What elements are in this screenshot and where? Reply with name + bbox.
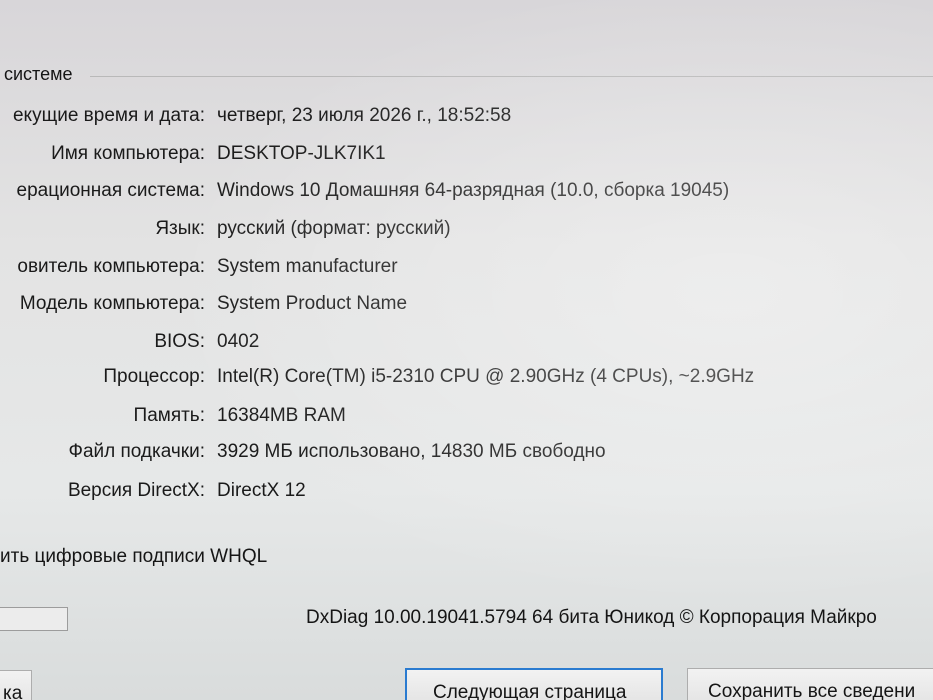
info-value: DirectX 12 <box>217 480 306 501</box>
info-row-processor: Процессор: Intel(R) Core(TM) i5-2310 CPU… <box>0 366 933 396</box>
info-row-os: ерационная система: Windows 10 Домашняя … <box>0 180 933 210</box>
info-row-language: Язык: русский (формат: русский) <box>0 218 933 248</box>
info-row-computer-name: Имя компьютера: DESKTOP-JLK7IK1 <box>0 143 933 173</box>
help-button-label: ка <box>3 683 23 700</box>
info-value: System manufacturer <box>217 256 398 277</box>
group-divider <box>90 76 933 77</box>
info-value: 3929 МБ использовано, 14830 МБ свободно <box>217 441 606 462</box>
info-row-bios: BIOS: 0402 <box>0 331 933 361</box>
info-label: Файл подкачки: <box>68 441 206 462</box>
info-label: BIOS: <box>154 331 205 352</box>
info-label: овитель компьютера: <box>17 256 205 277</box>
info-label: Версия DirectX: <box>67 480 205 501</box>
system-info-group-label: системе <box>4 64 73 84</box>
save-all-info-button[interactable]: Сохранить все сведени <box>687 668 933 700</box>
info-value: 0402 <box>217 331 260 352</box>
info-value: русский (формат: русский) <box>217 218 451 239</box>
info-value: Windows 10 Домашняя 64-разрядная (10.0, … <box>217 180 730 201</box>
dxdiag-version-text: DxDiag 10.00.19041.5794 64 бита Юникод ©… <box>306 607 877 628</box>
help-button[interactable]: ка <box>0 670 32 700</box>
info-value: Intel(R) Core(TM) i5-2310 CPU @ 2.90GHz … <box>217 366 755 387</box>
info-value: 16384MB RAM <box>217 405 346 426</box>
save-all-info-button-label: Сохранить все сведени <box>708 681 916 700</box>
info-label: Процессор: <box>103 366 205 387</box>
progress-bar <box>0 607 68 631</box>
info-row-manufacturer: овитель компьютера: System manufacturer <box>0 256 933 286</box>
info-label: Модель компьютера: <box>19 293 205 314</box>
info-row-datetime: екущие время и дата: четверг, 23 июля 20… <box>0 105 933 135</box>
info-label: Имя компьютера: <box>51 143 205 164</box>
info-value: System Product Name <box>217 293 408 314</box>
info-row-directx: Версия DirectX: DirectX 12 <box>0 480 933 510</box>
next-page-button-label: Следующая страница <box>433 682 627 700</box>
info-label: екущие время и дата: <box>12 105 205 126</box>
info-row-pagefile: Файл подкачки: 3929 МБ использовано, 148… <box>0 441 933 471</box>
dxdiag-window: системе екущие время и дата: четверг, 23… <box>0 0 933 700</box>
info-row-memory: Память: 16384MB RAM <box>0 405 933 435</box>
info-row-model: Модель компьютера: System Product Name <box>0 293 933 323</box>
info-value: DESKTOP-JLK7IK1 <box>217 143 386 164</box>
info-label: Язык: <box>155 218 205 239</box>
info-label: ерационная система: <box>16 180 205 201</box>
info-label: Память: <box>133 405 205 426</box>
next-page-button[interactable]: Следующая страница <box>405 668 663 700</box>
whql-checkbox-label[interactable]: ить цифровые подписи WHQL <box>0 546 267 568</box>
info-value: четверг, 23 июля 2026 г., 18:52:58 <box>217 105 512 126</box>
